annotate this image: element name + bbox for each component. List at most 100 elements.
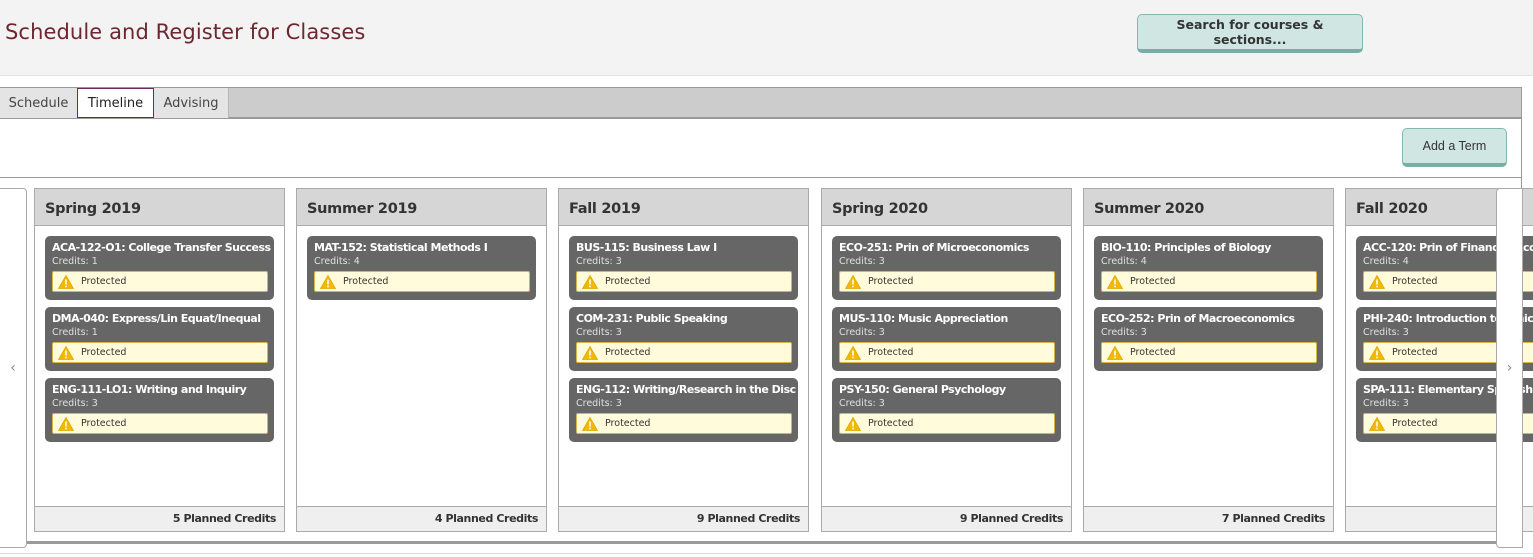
course-list: MAT-152: Statistical Methods I Credits: 4… bbox=[297, 226, 546, 300]
tab-advising[interactable]: Advising bbox=[154, 88, 229, 118]
course-title: ENG-112: Writing/Research in the Disc bbox=[576, 383, 796, 396]
status-label: Protected bbox=[1392, 276, 1438, 287]
status-badge: Protected bbox=[52, 271, 268, 292]
course-card[interactable]: COM-231: Public Speaking Credits: 3 Protec… bbox=[569, 307, 798, 371]
course-credits: Credits: 3 bbox=[1101, 327, 1147, 338]
planned-credits: 9 Planned Credits bbox=[822, 506, 1071, 531]
planned-credits: 7 Planned Credits bbox=[1084, 506, 1333, 531]
term-column: Spring 2019 ACA-122-O1: College Transfer … bbox=[34, 188, 285, 532]
status-label: Protected bbox=[81, 418, 127, 429]
course-card[interactable]: DMA-040: Express/Lin Equat/Inequal Credit… bbox=[45, 307, 274, 371]
course-credits: Credits: 3 bbox=[576, 398, 622, 409]
course-credits: Credits: 1 bbox=[52, 256, 98, 267]
tab-bar: Schedule Timeline Advising bbox=[0, 87, 1522, 119]
course-credits: Credits: 4 bbox=[314, 256, 360, 267]
course-card[interactable]: MAT-152: Statistical Methods I Credits: 4… bbox=[307, 236, 536, 300]
next-terms-button[interactable]: › bbox=[1496, 188, 1523, 548]
course-card[interactable]: BUS-115: Business Law I Credits: 3 Protect… bbox=[569, 236, 798, 300]
course-card[interactable]: ACA-122-O1: College Transfer Success Cred… bbox=[45, 236, 274, 300]
status-badge: Protected bbox=[576, 413, 792, 434]
course-card[interactable]: PSY-150: General Psychology Credits: 3 Pro… bbox=[832, 378, 1061, 442]
warning-icon bbox=[582, 345, 598, 360]
course-card[interactable]: MUS-110: Music Appreciation Credits: 3 Pro… bbox=[832, 307, 1061, 371]
status-badge: Protected bbox=[52, 413, 268, 434]
status-label: Protected bbox=[1130, 276, 1176, 287]
divider bbox=[0, 553, 1533, 554]
course-title: COM-231: Public Speaking bbox=[576, 312, 728, 325]
status-label: Protected bbox=[343, 276, 389, 287]
warning-icon bbox=[1107, 274, 1123, 289]
term-column: Summer 2019 MAT-152: Statistical Methods … bbox=[296, 188, 547, 532]
course-list: ACA-122-O1: College Transfer Success Cred… bbox=[35, 226, 284, 442]
page-header: Schedule and Register for Classes Search… bbox=[0, 0, 1533, 76]
warning-icon bbox=[58, 416, 74, 431]
add-term-button[interactable]: Add a Term bbox=[1402, 128, 1507, 167]
search-courses-button[interactable]: Search for courses & sections... bbox=[1137, 14, 1363, 53]
status-badge: Protected bbox=[576, 271, 792, 292]
warning-icon bbox=[58, 345, 74, 360]
tab-schedule[interactable]: Schedule bbox=[0, 88, 78, 118]
warning-icon bbox=[1369, 274, 1385, 289]
course-credits: Credits: 3 bbox=[576, 256, 622, 267]
term-title: Fall 2019 bbox=[559, 189, 808, 226]
course-credits: Credits: 1 bbox=[52, 327, 98, 338]
term-column: Spring 2020 ECO-251: Prin of Microeconomi… bbox=[821, 188, 1072, 532]
chevron-right-icon: › bbox=[1506, 360, 1513, 376]
previous-terms-button[interactable]: ‹ bbox=[0, 188, 27, 548]
status-label: Protected bbox=[1392, 347, 1438, 358]
course-credits: Credits: 3 bbox=[839, 398, 885, 409]
warning-icon bbox=[1107, 345, 1123, 360]
tab-timeline[interactable]: Timeline bbox=[77, 88, 154, 118]
timeline-container: ‹ Spring 2019 ACA-122-O1: College Transfe… bbox=[0, 178, 1533, 548]
course-card[interactable]: ECO-251: Prin of Microeconomics Credits: … bbox=[832, 236, 1061, 300]
chevron-left-icon: ‹ bbox=[10, 360, 16, 376]
warning-icon bbox=[1369, 416, 1385, 431]
course-title: DMA-040: Express/Lin Equat/Inequal bbox=[52, 312, 261, 325]
course-card[interactable]: ECO-252: Prin of Macroeconomics Credits: … bbox=[1094, 307, 1323, 371]
status-label: Protected bbox=[605, 276, 651, 287]
status-label: Protected bbox=[605, 418, 651, 429]
term-column: Summer 2020 BIO-110: Principles of Biolog… bbox=[1083, 188, 1334, 532]
warning-icon bbox=[320, 274, 336, 289]
status-badge: Protected bbox=[839, 413, 1055, 434]
planned-credits: 9 Planned Credits bbox=[559, 506, 808, 531]
course-card[interactable]: BIO-110: Principles of Biology Credits: 4… bbox=[1094, 236, 1323, 300]
warning-icon bbox=[58, 274, 74, 289]
course-title: ACA-122-O1: College Transfer Success bbox=[52, 241, 271, 254]
course-title: PSY-150: General Psychology bbox=[839, 383, 1006, 396]
status-badge: Protected bbox=[576, 342, 792, 363]
status-label: Protected bbox=[868, 276, 914, 287]
status-label: Protected bbox=[868, 347, 914, 358]
status-badge: Protected bbox=[1101, 342, 1317, 363]
course-title: BUS-115: Business Law I bbox=[576, 241, 717, 254]
warning-icon bbox=[845, 345, 861, 360]
status-label: Protected bbox=[81, 347, 127, 358]
course-credits: Credits: 3 bbox=[52, 398, 98, 409]
status-label: Protected bbox=[1392, 418, 1438, 429]
timeline-toolbar: Add a Term bbox=[0, 119, 1522, 178]
term-title: Summer 2019 bbox=[297, 189, 546, 226]
course-title: MUS-110: Music Appreciation bbox=[839, 312, 1008, 325]
course-list: BIO-110: Principles of Biology Credits: 4… bbox=[1084, 226, 1333, 371]
status-badge: Protected bbox=[839, 271, 1055, 292]
course-title: ECO-252: Prin of Macroeconomics bbox=[1101, 312, 1295, 325]
course-card[interactable]: ENG-112: Writing/Research in the Disc Cre… bbox=[569, 378, 798, 442]
term-column: Fall 2019 BUS-115: Business Law I Credits:… bbox=[558, 188, 809, 532]
course-credits: Credits: 3 bbox=[839, 327, 885, 338]
warning-icon bbox=[845, 416, 861, 431]
course-credits: Credits: 4 bbox=[1101, 256, 1147, 267]
status-label: Protected bbox=[81, 276, 127, 287]
course-title: ENG-111-LO1: Writing and Inquiry bbox=[52, 383, 247, 396]
page-title: Schedule and Register for Classes bbox=[5, 20, 366, 44]
planned-credits: 4 Planned Credits bbox=[297, 506, 546, 531]
warning-icon bbox=[582, 274, 598, 289]
term-title: Summer 2020 bbox=[1084, 189, 1333, 226]
warning-icon bbox=[845, 274, 861, 289]
course-list: BUS-115: Business Law I Credits: 3 Protect… bbox=[559, 226, 808, 442]
planned-credits: 5 Planned Credits bbox=[35, 506, 284, 531]
term-title: Spring 2020 bbox=[822, 189, 1071, 226]
course-card[interactable]: ENG-111-LO1: Writing and Inquiry Credits:… bbox=[45, 378, 274, 442]
warning-icon bbox=[582, 416, 598, 431]
course-title: ECO-251: Prin of Microeconomics bbox=[839, 241, 1029, 254]
course-credits: Credits: 3 bbox=[839, 256, 885, 267]
